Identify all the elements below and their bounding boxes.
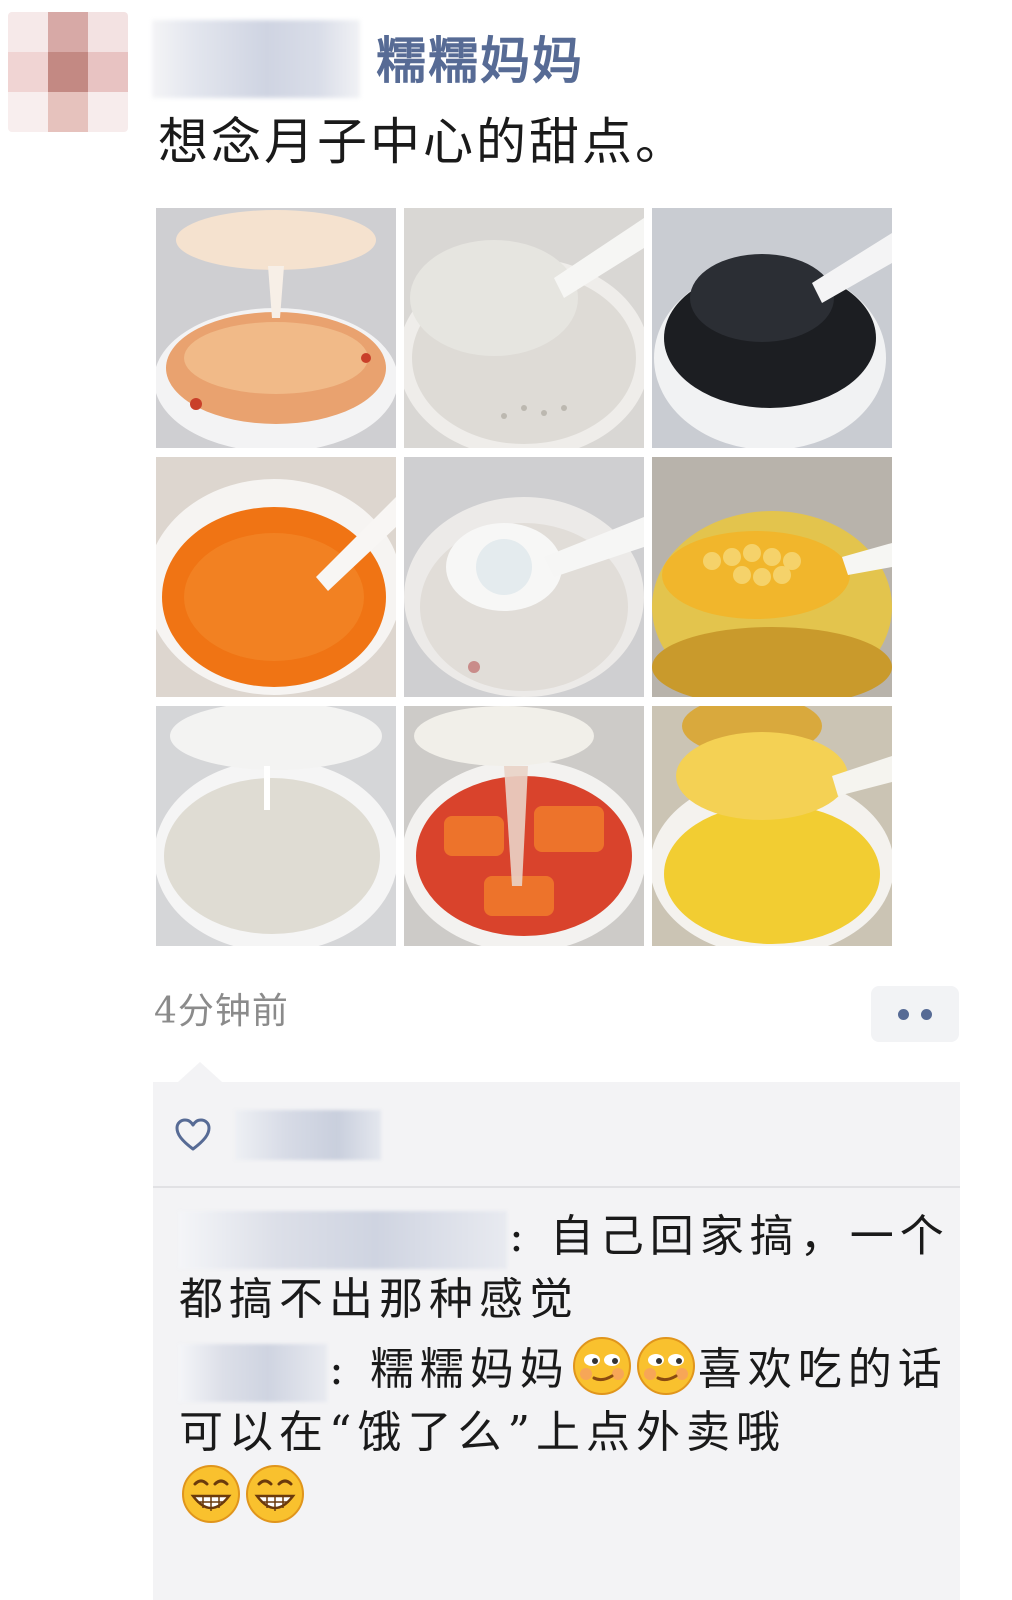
avatar[interactable] [8,12,128,132]
panel-arrow [178,1062,222,1082]
grin-emoji-icon [245,1464,305,1524]
photo-2[interactable] [404,208,644,448]
comment-2[interactable]: : 糯糯妈妈 喜欢吃的话可以在“饿了么”上点外卖哦 [179,1336,954,1529]
photo-8[interactable] [404,706,644,946]
likes-row [153,1082,960,1186]
smirk-emoji-icon [572,1336,632,1396]
post-text: 想念月子中心的甜点。 [158,113,688,171]
heart-icon [175,1118,211,1151]
comment-separator: : [329,1344,370,1395]
photo-7[interactable] [156,706,396,946]
interaction-panel: : 自己回家搞，一个都搞不出那种感觉 : 糯糯妈妈 喜欢吃的话可以在“饿了么”上… [153,1082,960,1600]
photo-5[interactable] [404,457,644,697]
photo-grid [156,208,893,946]
photo-3[interactable] [652,208,892,448]
author-nickname[interactable]: 糯糯妈妈 [376,26,584,96]
photo-1[interactable] [156,208,396,448]
photo-6[interactable] [652,457,892,697]
liker-name[interactable] [235,1110,381,1160]
blurred-name [152,20,360,98]
smirk-emoji-icon [636,1336,696,1396]
grin-emoji-icon [181,1464,241,1524]
divider [153,1186,960,1188]
comment-user[interactable] [179,1210,507,1269]
comment-user[interactable] [179,1343,327,1402]
post-time: 4分钟前 [154,991,289,1032]
photo-4[interactable] [156,457,396,697]
comment-separator: : [509,1211,550,1262]
photo-9[interactable] [652,706,892,946]
comment-text-before: 糯糯妈妈 [369,1344,570,1395]
comment-1[interactable]: : 自己回家搞，一个都搞不出那种感觉 [179,1206,954,1331]
more-dots-icon[interactable] [871,986,959,1042]
